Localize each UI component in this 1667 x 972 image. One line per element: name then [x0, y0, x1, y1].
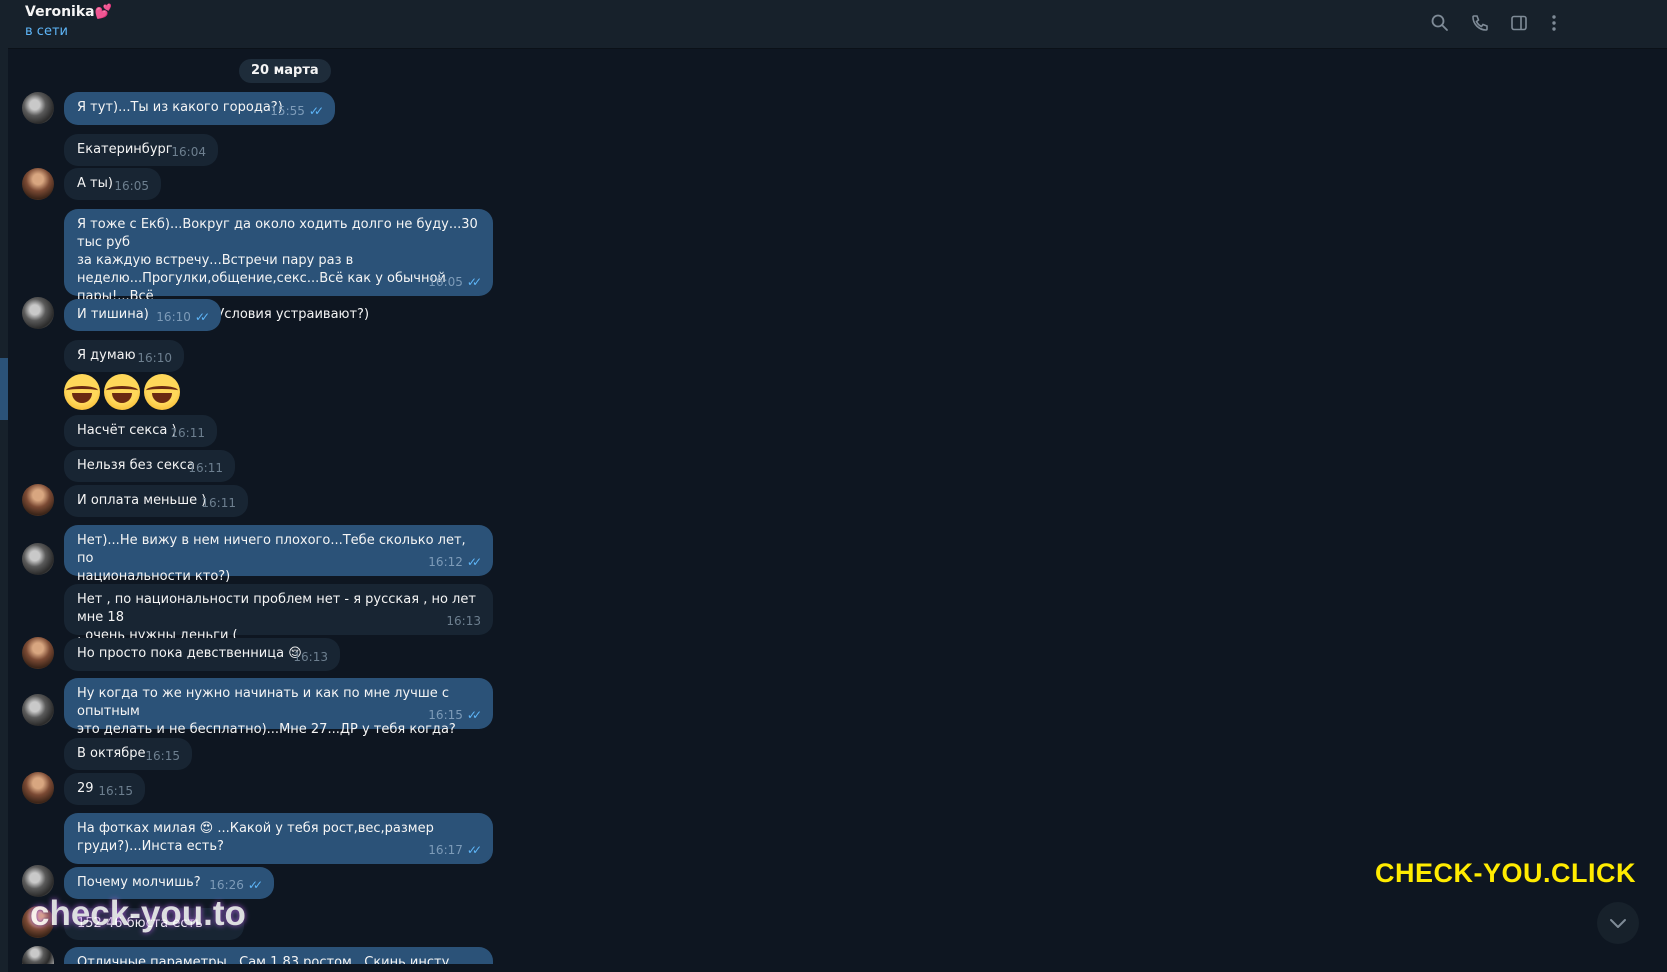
message-time: 16:11 [188, 461, 223, 475]
read-receipt-icon: ✓✓ [194, 310, 210, 324]
message-bubble-outgoing[interactable]: Отличные параметры...Сам 1.83 ростом...С… [64, 947, 493, 964]
message-bubble-outgoing[interactable]: Ну когда то же нужно начинать и как по м… [64, 678, 493, 737]
message-bubble-incoming[interactable]: Я думаю 16:10 [64, 340, 184, 372]
message-meta: 16:15 ✓✓ [428, 706, 482, 724]
message-bubble-outgoing[interactable]: На фотках милая 😍 ...Какой у тебя рост,в… [64, 813, 493, 864]
message-meta: 16:15 [145, 747, 180, 765]
message-meta: 16:11 [201, 494, 236, 512]
message-bubble-incoming[interactable]: А ты) 16:05 [64, 168, 161, 200]
message-bubble-incoming[interactable]: Екатеринбург 16:04 [64, 134, 218, 166]
message-time: 16:04 [171, 145, 206, 159]
avatar[interactable] [22, 92, 54, 124]
message-meta: 16:11 [170, 424, 205, 442]
message-time: 16:15 [428, 708, 463, 722]
message-text: Почему молчишь? [77, 875, 201, 890]
message-text: Нет , по национальности проблем нет - я … [77, 592, 476, 643]
message-bubble-outgoing[interactable]: Нет)...Не вижу в нем ничего плохого...Те… [64, 525, 493, 584]
message-meta: 16:10 ✓✓ [156, 308, 210, 326]
message-text: Нельзя без секса [77, 458, 195, 473]
message-time: 16:11 [170, 426, 205, 440]
avatar[interactable] [22, 772, 54, 804]
message-bubble-incoming[interactable]: Нет , по национальности проблем нет - я … [64, 584, 493, 643]
read-receipt-icon: ✓✓ [466, 275, 482, 289]
watermark-check-you-click: CHECK-YOU.CLICK [1375, 858, 1636, 888]
message-time: 16:15 [145, 749, 180, 763]
message-text: Я тут)...Ты из какого города?) [77, 100, 283, 115]
message-meta: 16:05 ✓✓ [428, 273, 482, 291]
message-text: Но просто пока девственница 😌 [77, 646, 302, 661]
message-text: На фотках милая 😍 ...Какой у тебя рост,в… [77, 821, 434, 854]
message-text: Я думаю [77, 348, 136, 363]
read-receipt-icon: ✓✓ [247, 878, 263, 892]
scroll-to-bottom-button[interactable] [1597, 902, 1639, 944]
emoji-message[interactable] [64, 374, 180, 410]
message-meta: 16:13 [446, 612, 481, 630]
avatar[interactable] [22, 297, 54, 329]
message-text: Екатеринбург [77, 142, 173, 157]
read-receipt-icon: ✓✓ [466, 708, 482, 722]
message-bubble-outgoing[interactable]: И тишина) 16:10 ✓✓ [64, 299, 221, 331]
avatar[interactable] [22, 637, 54, 669]
message-meta: 16:04 [171, 143, 206, 161]
message-meta: 16:13 [293, 648, 328, 666]
message-meta: 16:10 [137, 349, 172, 367]
message-bubble-incoming[interactable]: Нельзя без секса 16:11 [64, 450, 235, 482]
read-receipt-icon: ✓✓ [466, 843, 482, 857]
avatar[interactable] [22, 865, 54, 897]
message-time: 16:12 [428, 555, 463, 569]
message-bubble-incoming[interactable]: Насчёт секса ) 16:11 [64, 415, 217, 447]
message-text: И оплата меньше ) [77, 493, 207, 508]
read-receipt-icon: ✓✓ [308, 104, 324, 118]
message-time: 16:05 [114, 179, 149, 193]
avatar[interactable] [22, 946, 54, 964]
message-text: В октябре [77, 746, 146, 761]
message-bubble-incoming[interactable]: Но просто пока девственница 😌 16:13 [64, 638, 340, 671]
message-text: Отличные параметры...Сам 1.83 ростом...С… [77, 955, 450, 964]
message-list: Я тут)...Ты из какого города?) 15:55 ✓✓ Е… [0, 0, 1667, 972]
message-time: 16:05 [428, 275, 463, 289]
message-time: 16:10 [137, 351, 172, 365]
message-bubble-incoming[interactable]: В октябре 16:15 [64, 738, 192, 770]
message-time: 16:10 [156, 310, 191, 324]
message-text: И тишина) [77, 307, 149, 322]
message-text: Нет)...Не вижу в нем ничего плохого...Те… [77, 533, 466, 584]
watermark-check-you-to: check-you.to [30, 894, 246, 933]
avatar[interactable] [22, 543, 54, 575]
message-time: 16:13 [446, 614, 481, 628]
message-bubble-incoming[interactable]: И оплата меньше ) 16:11 [64, 485, 248, 517]
message-bubble-outgoing[interactable]: Я тоже с Екб)...Вокруг да около ходить д… [64, 209, 493, 322]
avatar[interactable] [22, 168, 54, 200]
chevron-down-icon [1610, 919, 1626, 928]
message-bubble-outgoing[interactable]: Я тут)...Ты из какого города?) 15:55 ✓✓ [64, 92, 335, 125]
message-text: Ну когда то же нужно начинать и как по м… [77, 686, 456, 737]
message-meta: 16:11 [188, 459, 223, 477]
message-meta: 16:05 [114, 177, 149, 195]
message-text: А ты) [77, 176, 113, 191]
message-time: 15:55 [270, 104, 305, 118]
message-time: 16:13 [293, 650, 328, 664]
message-meta: 16:12 ✓✓ [428, 553, 482, 571]
avatar[interactable] [22, 484, 54, 516]
message-time: 16:17 [428, 843, 463, 857]
message-meta: 15:55 ✓✓ [270, 102, 324, 120]
laughing-emoji-icon [144, 374, 180, 410]
avatar[interactable] [22, 694, 54, 726]
message-time: 16:26 [209, 878, 244, 892]
message-meta: 16:26 ✓✓ [209, 876, 263, 894]
laughing-emoji-icon [104, 374, 140, 410]
message-text: 29 [77, 781, 94, 796]
message-meta: 16:17 ✓✓ [428, 841, 482, 859]
message-time: 16:15 [98, 784, 133, 798]
message-meta: 16:15 [98, 782, 133, 800]
message-bubble-incoming[interactable]: 29 16:15 [64, 773, 145, 805]
message-text: Насчёт секса ) [77, 423, 177, 438]
message-time: 16:11 [201, 496, 236, 510]
laughing-emoji-icon [64, 374, 100, 410]
read-receipt-icon: ✓✓ [466, 555, 482, 569]
